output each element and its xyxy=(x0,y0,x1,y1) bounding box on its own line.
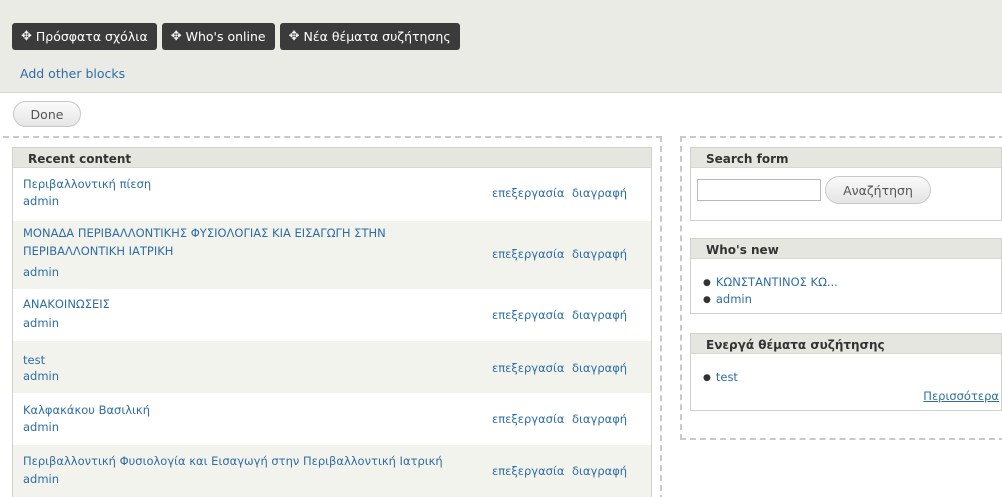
more-link[interactable]: Περισσότερα xyxy=(923,389,999,403)
table-row: Περιβαλλοντική πίεση admin επεξεργασία δ… xyxy=(13,169,651,221)
block-tray: ✥ Πρόσφατα σχόλια ✥ Who's online ✥ Νέα θ… xyxy=(0,0,1002,93)
table-row: ΑΝΑΚΟΙΝΩΣΕΙΣ admin επεξεργασία διαγραφή xyxy=(13,289,651,341)
table-row: Καλφακάκου Βασιλική admin επεξεργασία δι… xyxy=(13,393,651,445)
tray-block-recent-comments[interactable]: ✥ Πρόσφατα σχόλια xyxy=(12,23,157,50)
tray-block-label: Πρόσφατα σχόλια xyxy=(35,29,148,44)
bullet-icon: ● xyxy=(703,295,711,305)
whos-new-block: Who's new ● ΚΩΝΣΤΑΝΤΙΝΟΣ ΚΩ... ● admin xyxy=(690,238,1002,314)
topic-link[interactable]: test xyxy=(716,370,738,384)
author-link[interactable]: admin xyxy=(23,420,59,434)
delete-link[interactable]: διαγραφή xyxy=(572,464,627,478)
edit-link[interactable]: επεξεργασία xyxy=(492,412,564,426)
list-item[interactable]: ● admin xyxy=(703,292,752,306)
table-row: Περιβαλλοντική Φυσιολογία και Εισαγωγή σ… xyxy=(13,445,651,497)
tray-block-label: Who's online xyxy=(185,29,266,44)
content-title-link[interactable]: Περιβαλλοντική Φυσιολογία και Εισαγωγή σ… xyxy=(23,452,483,470)
move-icon[interactable]: ✥ xyxy=(21,29,32,44)
table-row: test admin επεξεργασία διαγραφή xyxy=(13,341,651,393)
tray-block-whos-online[interactable]: ✥ Who's online xyxy=(161,23,275,50)
bullet-icon: ● xyxy=(703,278,711,288)
move-icon[interactable]: ✥ xyxy=(289,29,300,44)
edit-link[interactable]: επεξεργασία xyxy=(492,308,564,322)
user-link[interactable]: admin xyxy=(716,292,752,306)
content-title-link[interactable]: ΜΟΝΑΔΑ ΠΕΡΙΒΑΛΛΟΝΤΙΚΗΣ ΦΥΣΙΟΛΟΓΙΑΣ ΚΙΑ Ε… xyxy=(23,224,483,260)
search-button[interactable]: Αναζήτηση xyxy=(825,176,931,204)
add-other-blocks-link[interactable]: Add other blocks xyxy=(20,66,125,81)
content-title-link[interactable]: test xyxy=(23,351,483,369)
content-title-link[interactable]: Περιβαλλοντική πίεση xyxy=(23,175,483,193)
active-forum-topics-block: Ενεργά θέματα συζήτησης ● test Περισσότερ… xyxy=(690,333,1002,411)
list-item[interactable]: ● test xyxy=(703,370,738,384)
list-item[interactable]: ● ΚΩΝΣΤΑΝΤΙΝΟΣ ΚΩ... xyxy=(703,275,838,289)
table-row: ΜΟΝΑΔΑ ΠΕΡΙΒΑΛΛΟΝΤΙΚΗΣ ΦΥΣΙΟΛΟΓΙΑΣ ΚΙΑ Ε… xyxy=(13,221,651,289)
author-link[interactable]: admin xyxy=(23,472,59,486)
author-link[interactable]: admin xyxy=(23,194,59,208)
edit-link[interactable]: επεξεργασία xyxy=(492,464,564,478)
delete-link[interactable]: διαγραφή xyxy=(572,186,627,200)
block-title: Ενεργά θέματα συζήτησης xyxy=(691,334,1001,354)
move-icon[interactable]: ✥ xyxy=(171,29,182,44)
delete-link[interactable]: διαγραφή xyxy=(572,308,627,322)
author-link[interactable]: admin xyxy=(23,369,59,383)
block-title: Recent content xyxy=(13,148,651,168)
search-input[interactable] xyxy=(697,179,821,201)
edit-link[interactable]: επεξεργασία xyxy=(492,186,564,200)
block-title: Search form xyxy=(691,148,1001,168)
bullet-icon: ● xyxy=(703,373,711,383)
block-title: Who's new xyxy=(691,239,1001,259)
tray-block-new-forum-topics[interactable]: ✥ Νέα θέματα συζήτησης xyxy=(279,23,460,50)
done-button[interactable]: Done xyxy=(13,101,81,127)
content-title-link[interactable]: Καλφακάκου Βασιλική xyxy=(23,401,483,419)
delete-link[interactable]: διαγραφή xyxy=(572,412,627,426)
tray-block-list: ✥ Πρόσφατα σχόλια ✥ Who's online ✥ Νέα θ… xyxy=(12,23,460,50)
tray-block-label: Νέα θέματα συζήτησης xyxy=(303,29,451,44)
author-link[interactable]: admin xyxy=(23,316,59,330)
delete-link[interactable]: διαγραφή xyxy=(572,361,627,375)
edit-link[interactable]: επεξεργασία xyxy=(492,361,564,375)
delete-link[interactable]: διαγραφή xyxy=(572,247,627,261)
search-form-block: Search form Αναζήτηση xyxy=(690,147,1002,221)
author-link[interactable]: admin xyxy=(23,265,59,279)
content-title-link[interactable]: ΑΝΑΚΟΙΝΩΣΕΙΣ xyxy=(23,295,483,313)
edit-link[interactable]: επεξεργασία xyxy=(492,247,564,261)
recent-content-block: Recent content Περιβαλλοντική πίεση admi… xyxy=(12,147,652,497)
user-link[interactable]: ΚΩΝΣΤΑΝΤΙΝΟΣ ΚΩ... xyxy=(716,275,838,289)
